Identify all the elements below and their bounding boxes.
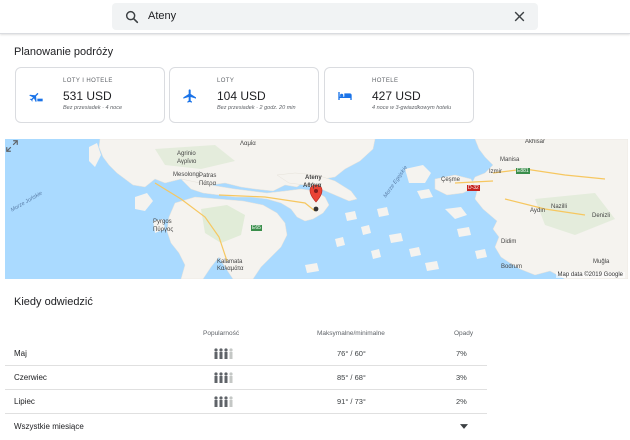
place-agrinio-gr: Αγρίνιο — [177, 159, 197, 165]
map[interactable]: Λαμία Agrinio Αγρίνιο Mesolongi Patras Π… — [5, 139, 628, 279]
place-bodrum: Bodrum — [501, 264, 523, 270]
all-months-label: Wszystkie miesiące — [14, 422, 84, 431]
road-e65: E65 — [251, 225, 262, 231]
card-label: HOTELE — [372, 78, 399, 84]
place-agrinio: Agrinio — [177, 151, 196, 157]
all-months-dropdown[interactable]: Wszystkie miesiące — [5, 417, 487, 437]
flights-card[interactable]: LOTY 104 USD Bez przesiadek · 2 godz. 20… — [169, 67, 319, 123]
hotel-icon — [338, 92, 352, 100]
temperature-value: 76° / 60° — [337, 349, 366, 358]
temperature-value: 91° / 73° — [337, 397, 366, 406]
popularity-icon — [214, 348, 233, 359]
hotels-card[interactable]: HOTELE 427 USD 4 noce w 3-gwiazdkowym ho… — [324, 67, 474, 123]
flights-hotels-card[interactable]: LOTY I HOTELE 531 USD Bez przesiadek · 4… — [15, 67, 165, 123]
table-row[interactable]: Maj 76° / 60° 7% — [5, 342, 487, 366]
chevron-down-icon[interactable] — [460, 424, 468, 429]
weather-title: Kiedy odwiedzić — [14, 296, 93, 308]
place-athens-gr: Αθήνα — [303, 183, 322, 189]
place-athens: Ateny — [305, 175, 322, 181]
month-label: Lipiec — [14, 397, 35, 406]
header-popularity: Popularność — [203, 330, 240, 337]
place-izmir: Izmir — [489, 169, 502, 175]
rain-value: 3% — [456, 373, 467, 382]
place-pyrgos-gr: Πύργος — [153, 227, 174, 233]
card-price: 531 USD — [63, 89, 112, 103]
place-akhisar: Akhisar — [525, 139, 546, 145]
table-row[interactable]: Lipiec 91° / 73° 2% — [5, 390, 487, 414]
map-attribution: Map data ©2019 Google — [555, 272, 625, 278]
fullscreen-icon[interactable] — [5, 139, 19, 153]
popularity-icon — [214, 372, 233, 383]
card-price: 104 USD — [217, 89, 266, 103]
place-cesme: Çeşme — [441, 177, 461, 183]
card-desc: Bez przesiadek · 2 godz. 20 min — [217, 105, 296, 111]
road-e881: E881 — [516, 168, 530, 174]
place-denizli: Denizli — [592, 213, 611, 219]
month-label: Czerwiec — [14, 373, 47, 382]
close-icon[interactable] — [513, 10, 526, 23]
card-label: LOTY I HOTELE — [63, 78, 113, 84]
planning-title: Planowanie podróży — [14, 46, 114, 58]
place-didim: Didim — [501, 239, 517, 245]
place-mesolongi: Mesolongi — [173, 172, 201, 178]
table-row[interactable]: Czerwiec 85° / 68° 3% — [5, 366, 487, 390]
card-desc: Bez przesiadek · 4 noce — [63, 105, 123, 111]
road-d32: D-32 — [467, 185, 480, 191]
place-aydin: Aydın — [530, 208, 546, 214]
search-input[interactable]: Ateny — [148, 10, 176, 22]
flight-hotel-icon — [29, 92, 43, 103]
place-kalamata-gr: Καλαμάτα — [217, 266, 244, 272]
place-kalamata: Kalamata — [217, 259, 243, 265]
card-desc: 4 noce w 3-gwiazdkowym hotelu — [372, 105, 452, 111]
place-nazilli: Nazilli — [551, 204, 568, 210]
rain-value: 2% — [456, 397, 467, 406]
rain-value: 7% — [456, 349, 467, 358]
top-bar: Ateny — [0, 0, 630, 34]
flight-icon — [183, 89, 196, 103]
place-patras-gr: Πάτρα — [199, 181, 217, 187]
month-label: Maj — [14, 349, 27, 358]
card-label: LOTY — [217, 78, 235, 84]
temperature-value: 85° / 68° — [337, 373, 366, 382]
place-manisa: Manisa — [500, 157, 520, 163]
place-pyrgos: Pyrgos — [153, 219, 172, 225]
header-temperature: Maksymalne/minimalne — [317, 330, 385, 337]
header-rain: Opady — [454, 330, 474, 337]
place-mugla: Muğla — [593, 259, 610, 265]
search-icon[interactable] — [124, 9, 140, 25]
place-lamia: Λαμία — [240, 141, 256, 147]
search-box[interactable]: Ateny — [112, 3, 538, 30]
card-price: 427 USD — [372, 89, 421, 103]
popularity-icon — [214, 396, 233, 407]
place-patras: Patras — [199, 173, 217, 179]
